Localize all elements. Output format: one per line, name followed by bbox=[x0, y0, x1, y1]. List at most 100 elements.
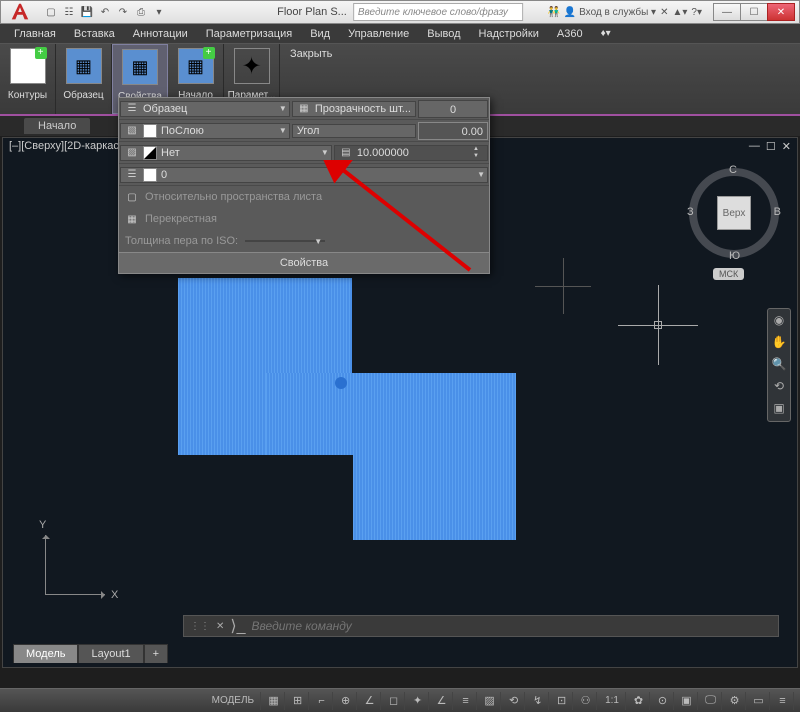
tab-add[interactable]: + bbox=[144, 644, 168, 663]
bgcolor-icon: ▨ bbox=[125, 146, 139, 160]
status-lwt-icon[interactable]: ≡ bbox=[455, 692, 477, 710]
status-dynucs-icon[interactable]: ↯ bbox=[527, 692, 549, 710]
app-menu-icon[interactable]: ▲▾ bbox=[672, 7, 687, 18]
scale-down-icon[interactable]: ▼ bbox=[473, 153, 485, 160]
hatch-object[interactable] bbox=[266, 373, 516, 455]
title-bar: ▢ ☷ 💾 ↶ ↷ ⎙ ▾ Floor Plan S... Введите кл… bbox=[0, 0, 800, 24]
app-logo[interactable] bbox=[5, 1, 35, 23]
viewport-min-icon[interactable]: — bbox=[749, 140, 760, 153]
nav-showmotion-icon[interactable]: ▣ bbox=[771, 401, 787, 417]
status-people-icon[interactable]: ⚇ bbox=[575, 692, 597, 710]
status-otrack-icon[interactable]: ∠ bbox=[431, 692, 453, 710]
hatch-grip[interactable] bbox=[335, 377, 347, 389]
hatch-color-dropdown[interactable]: ▧ ПоСлою▼ bbox=[120, 123, 290, 139]
cmd-grip-icon[interactable]: ⋮⋮ bbox=[190, 621, 210, 632]
status-hw-icon[interactable]: ⚙ bbox=[724, 692, 746, 710]
infocenter-icon[interactable]: 👬 bbox=[547, 7, 559, 18]
status-iso-icon[interactable]: ∠ bbox=[359, 692, 381, 710]
tab-insert[interactable]: Вставка bbox=[66, 26, 123, 42]
pattern-icon: ▦ bbox=[66, 48, 102, 84]
minimize-button[interactable]: — bbox=[713, 3, 741, 21]
tab-extra-icon[interactable]: ♦▾ bbox=[593, 26, 619, 41]
status-anno-scale[interactable]: 1:1 bbox=[599, 692, 626, 710]
wcs-button[interactable]: МСК bbox=[713, 268, 744, 280]
exchange-icon[interactable]: ✕ bbox=[660, 7, 668, 18]
hatch-pattern-dropdown[interactable]: ☰ Образец▼ bbox=[120, 101, 290, 117]
status-ws-icon[interactable]: ▣ bbox=[676, 692, 698, 710]
print-icon[interactable]: ⎙ bbox=[133, 4, 149, 20]
color-icon: ▧ bbox=[125, 124, 139, 138]
close-button[interactable]: ✕ bbox=[767, 3, 795, 21]
start-tab[interactable]: Начало bbox=[24, 118, 90, 134]
hatch-transparency-field[interactable]: ▦ Прозрачность шт... bbox=[292, 101, 416, 117]
double-hatch-toggle: ▦ Перекрестная bbox=[119, 208, 489, 230]
status-cycling-icon[interactable]: ⟲ bbox=[503, 692, 525, 710]
status-ortho-icon[interactable]: ⌐ bbox=[311, 692, 333, 710]
hatch-bgcolor-dropdown[interactable]: ▨ Нет▼ bbox=[120, 145, 332, 161]
viewport-max-icon[interactable]: ☐ bbox=[766, 140, 776, 153]
tab-manage[interactable]: Управление bbox=[340, 26, 417, 42]
status-annovis-icon[interactable]: ⊙ bbox=[652, 692, 674, 710]
command-input[interactable] bbox=[252, 619, 772, 633]
maximize-button[interactable]: ☐ bbox=[740, 3, 768, 21]
tab-addins[interactable]: Надстройки bbox=[471, 26, 547, 42]
scale-up-icon[interactable]: ▲ bbox=[473, 146, 485, 153]
command-line[interactable]: ⋮⋮ ✕ ⟩_ bbox=[183, 615, 779, 637]
signin-button[interactable]: 👤 Вход в службы ▾ bbox=[564, 7, 656, 18]
status-osnap-icon[interactable]: ◻ bbox=[383, 692, 405, 710]
hatch-object[interactable] bbox=[353, 455, 516, 540]
status-polar-icon[interactable]: ⊕ bbox=[335, 692, 357, 710]
tab-parametric[interactable]: Параметризация bbox=[198, 26, 300, 42]
tab-model[interactable]: Модель bbox=[13, 644, 78, 663]
status-gear-icon[interactable]: ✿ bbox=[628, 692, 650, 710]
viewport-close-icon[interactable]: ✕ bbox=[782, 140, 791, 153]
tab-a360[interactable]: A360 bbox=[549, 26, 591, 42]
nav-zoom-icon[interactable]: 🔍 bbox=[771, 357, 787, 373]
cmd-close-icon[interactable]: ✕ bbox=[216, 621, 224, 632]
navigation-bar: ◉ ✋ 🔍 ⟲ ▣ bbox=[767, 308, 791, 422]
open-icon[interactable]: ☷ bbox=[61, 4, 77, 20]
status-custom-icon[interactable]: ≡ bbox=[772, 692, 794, 710]
viewcube-top[interactable]: Верх bbox=[717, 196, 751, 230]
hatch-object[interactable] bbox=[178, 278, 352, 373]
panel-title[interactable]: Свойства bbox=[119, 252, 489, 273]
nav-orbit-icon[interactable]: ⟲ bbox=[771, 379, 787, 395]
status-props-icon[interactable]: ⊡ bbox=[551, 692, 573, 710]
tab-annotate[interactable]: Аннотации bbox=[125, 26, 196, 42]
tab-view[interactable]: Вид bbox=[302, 26, 338, 42]
status-grid-icon[interactable]: ▦ bbox=[263, 692, 285, 710]
undo-icon[interactable]: ↶ bbox=[97, 4, 113, 20]
save-icon[interactable]: 💾 bbox=[79, 4, 95, 20]
qat-dropdown-icon[interactable]: ▾ bbox=[151, 4, 167, 20]
redo-icon[interactable]: ↷ bbox=[115, 4, 131, 20]
iso-pen-row: Толщина пера по ISO: ▼ bbox=[119, 230, 489, 252]
status-transparency-icon[interactable]: ▨ bbox=[479, 692, 501, 710]
tab-layout1[interactable]: Layout1 bbox=[78, 644, 143, 663]
status-bar: МОДЕЛЬ ▦ ⊞ ⌐ ⊕ ∠ ◻ ✦ ∠ ≡ ▨ ⟲ ↯ ⊡ ⚇ 1:1 ✿… bbox=[0, 688, 800, 712]
hatch-layer-dropdown[interactable]: ☰ 0▼ bbox=[120, 167, 488, 183]
hatch-scale-field[interactable]: ▤ 10.000000 ▲▼ bbox=[334, 145, 488, 161]
viewport-label[interactable]: [–][Сверху][2D-каркас bbox=[9, 140, 119, 152]
hatch-angle-value[interactable]: 0.00 bbox=[418, 122, 488, 140]
status-clean-icon[interactable]: ▭ bbox=[748, 692, 770, 710]
status-snap-icon[interactable]: ⊞ bbox=[287, 692, 309, 710]
tab-output[interactable]: Вывод bbox=[419, 26, 468, 42]
options-icon: ✦ bbox=[234, 48, 270, 84]
status-monitor-icon[interactable]: 🖵 bbox=[700, 692, 722, 710]
tab-home[interactable]: Главная bbox=[6, 26, 64, 42]
viewcube[interactable]: Верх С Ю В З МСК bbox=[689, 168, 779, 258]
hatch-object[interactable] bbox=[178, 373, 268, 455]
nav-wheel-icon[interactable]: ◉ bbox=[771, 313, 787, 329]
ribbon-pane-pattern[interactable]: ▦ Образец bbox=[56, 44, 112, 114]
new-icon[interactable]: ▢ bbox=[43, 4, 59, 20]
document-title: Floor Plan S... bbox=[277, 6, 347, 18]
scale-icon: ▤ bbox=[339, 146, 353, 160]
search-input[interactable]: Введите ключевое слово/фразу bbox=[353, 3, 523, 21]
nav-pan-icon[interactable]: ✋ bbox=[771, 335, 787, 351]
status-model-button[interactable]: МОДЕЛЬ bbox=[206, 692, 261, 710]
help-icon[interactable]: ?▾ bbox=[691, 7, 702, 18]
ribbon-pane-boundaries[interactable]: Контуры bbox=[0, 44, 56, 114]
relpaper-icon: ▢ bbox=[125, 190, 139, 204]
hatch-transparency-value[interactable]: 0 bbox=[418, 100, 488, 118]
status-3dosnap-icon[interactable]: ✦ bbox=[407, 692, 429, 710]
